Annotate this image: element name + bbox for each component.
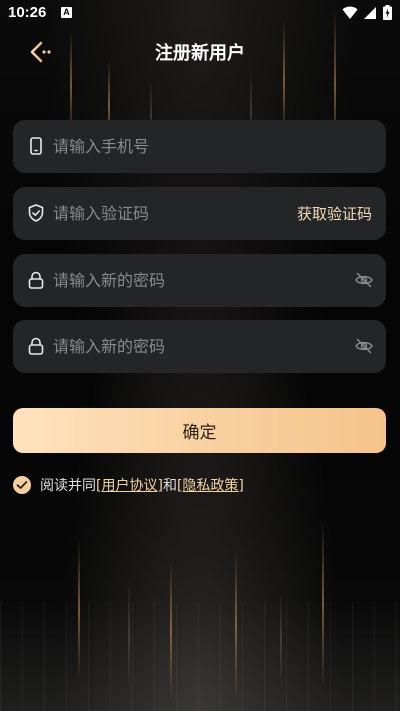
- verification-code-input[interactable]: [53, 187, 283, 240]
- lock-icon: [28, 271, 44, 289]
- confirm-button[interactable]: 确定: [13, 408, 386, 453]
- agreement-row: 阅读并同 [用户协议] 和 [隐私政策]: [13, 474, 244, 496]
- phone-field: [13, 120, 386, 173]
- checkmark-icon: [16, 481, 28, 489]
- eye-off-icon[interactable]: [354, 336, 374, 356]
- battery-charging-icon: [383, 5, 392, 20]
- password-input[interactable]: [53, 254, 283, 307]
- shield-check-icon: [28, 204, 44, 222]
- status-bar: 10:26 A: [0, 0, 400, 28]
- signal-icon: [364, 6, 376, 19]
- notification-badge: A: [61, 7, 72, 18]
- agreement-prefix: 阅读并同: [40, 478, 96, 494]
- lock-icon: [28, 337, 44, 355]
- agreement-checkbox[interactable]: [13, 476, 31, 494]
- get-code-button[interactable]: 获取验证码: [297, 203, 372, 224]
- page-title: 注册新用户: [155, 43, 245, 64]
- confirm-password-field: [13, 320, 386, 373]
- agreement-conjunction: 和: [162, 478, 177, 494]
- password-field: [13, 254, 386, 307]
- verification-code-field: 获取验证码: [13, 187, 386, 240]
- eye-off-icon[interactable]: [354, 270, 374, 290]
- phone-input[interactable]: [53, 120, 283, 173]
- wifi-icon: [342, 6, 358, 19]
- header: 注册新用户: [0, 30, 400, 74]
- status-time: 10:26: [8, 4, 47, 21]
- privacy-policy-link[interactable]: [隐私政策]: [177, 475, 244, 495]
- status-icons: [342, 5, 392, 20]
- register-screen: 10:26 A 注册新用户 请输入手机号 请输入验证码 获取验证码 确定 阅读并…: [0, 0, 400, 711]
- confirm-password-input[interactable]: [53, 320, 283, 373]
- user-agreement-link[interactable]: [用户协议]: [96, 475, 163, 495]
- phone-icon: [30, 137, 42, 155]
